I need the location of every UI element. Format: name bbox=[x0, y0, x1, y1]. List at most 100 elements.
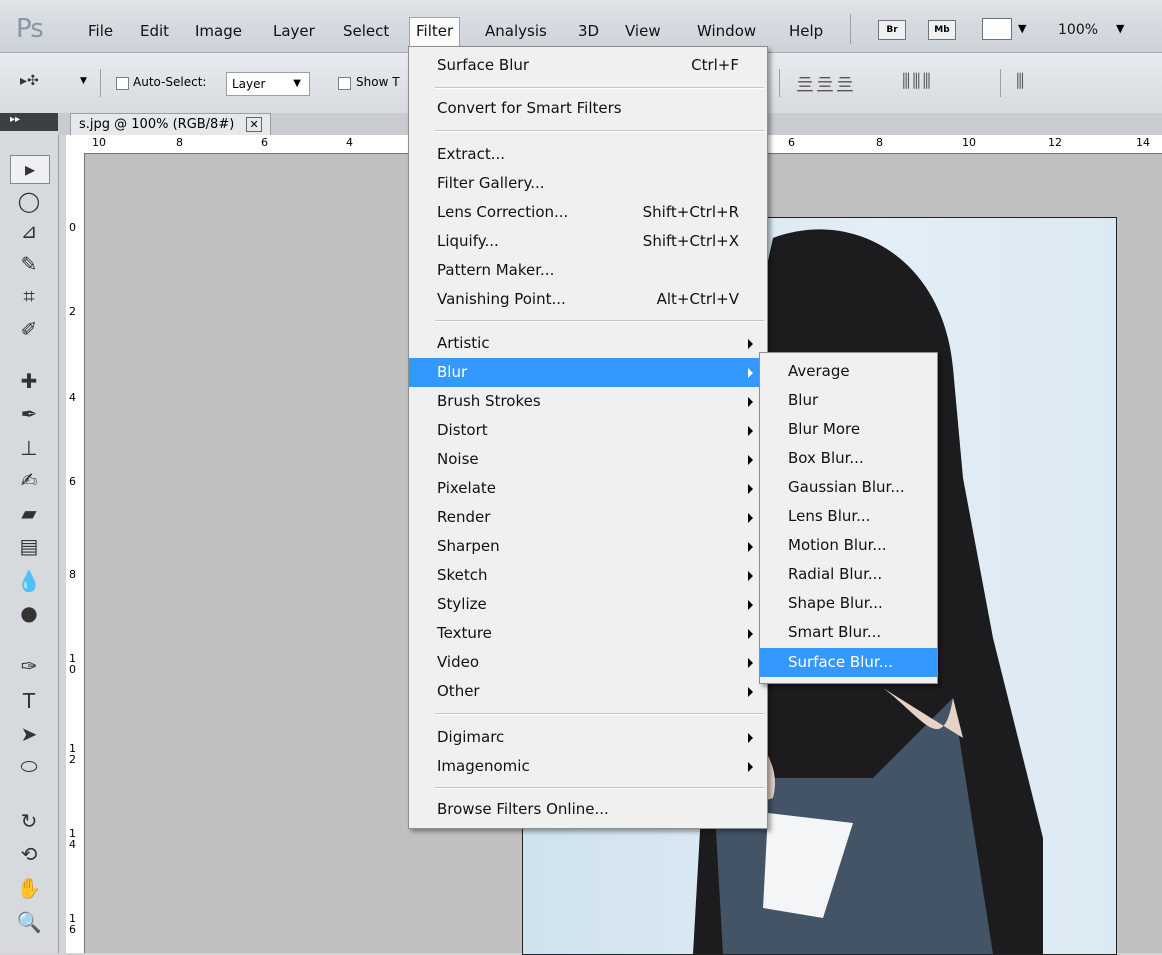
ruler-label: 6 bbox=[788, 136, 795, 149]
ruler-label: 10 bbox=[962, 136, 976, 149]
menu-item-artistic[interactable]: Artistic bbox=[409, 329, 767, 358]
submenu-item-average[interactable]: Average bbox=[760, 357, 937, 386]
menu-filter[interactable]: Filter bbox=[409, 17, 461, 48]
auto-select-dropdown[interactable]: Layer ▼ bbox=[226, 72, 310, 96]
menu-select[interactable]: Select bbox=[343, 22, 389, 40]
menu-analysis[interactable]: Analysis bbox=[485, 22, 547, 40]
menu-3d[interactable]: 3D bbox=[578, 22, 599, 40]
submenu-item-gaussian-blur[interactable]: Gaussian Blur... bbox=[760, 473, 937, 502]
submenu-item-blur[interactable]: Blur bbox=[760, 386, 937, 415]
distribute-icons[interactable]: ⫼⫼⫼ bbox=[902, 71, 933, 92]
submenu-arrow-icon bbox=[748, 571, 753, 581]
auto-select-value: Layer bbox=[232, 77, 266, 91]
menu-item-stylize[interactable]: Stylize bbox=[409, 590, 767, 619]
show-transform-checkbox[interactable] bbox=[338, 77, 351, 90]
crop-tool-icon[interactable]: ⌗ bbox=[10, 283, 48, 310]
menu-item-vanishing-point[interactable]: Vanishing Point... Alt+Ctrl+V bbox=[409, 285, 767, 314]
zoom-tool-icon[interactable]: 🔍 bbox=[10, 909, 48, 936]
menu-window[interactable]: Window bbox=[697, 22, 756, 40]
move-tool-icon[interactable]: ▸✣ bbox=[20, 73, 39, 89]
dodge-tool-icon[interactable]: ● bbox=[10, 600, 48, 627]
menu-item-convert-smart-filters[interactable]: Convert for Smart Filters bbox=[409, 94, 767, 123]
submenu-item-blur-more[interactable]: Blur More bbox=[760, 415, 937, 444]
menu-item-lens-correction[interactable]: Lens Correction... Shift+Ctrl+R bbox=[409, 198, 767, 227]
submenu-item-smart-blur[interactable]: Smart Blur... bbox=[760, 618, 937, 647]
zoom-dropdown-icon[interactable]: ▼ bbox=[1116, 22, 1124, 35]
menu-layer[interactable]: Layer bbox=[273, 22, 315, 40]
menu-item-texture[interactable]: Texture bbox=[409, 619, 767, 648]
ruler-label: 6 bbox=[69, 475, 76, 488]
menu-item-render[interactable]: Render bbox=[409, 503, 767, 532]
ruler-label: 6 bbox=[261, 136, 268, 149]
quick-select-tool-icon[interactable]: ✎ bbox=[10, 251, 48, 278]
submenu-item-motion-blur[interactable]: Motion Blur... bbox=[760, 531, 937, 560]
menu-item-blur[interactable]: Blur bbox=[409, 358, 767, 387]
align-icons[interactable]: 亖亖亖 bbox=[796, 71, 856, 97]
menu-item-other[interactable]: Other bbox=[409, 677, 767, 706]
show-transform-label: Show T bbox=[356, 75, 400, 89]
submenu-item-box-blur[interactable]: Box Blur... bbox=[760, 444, 937, 473]
menu-item-brush-strokes[interactable]: Brush Strokes bbox=[409, 387, 767, 416]
menu-item-pixelate[interactable]: Pixelate bbox=[409, 474, 767, 503]
menu-item-video[interactable]: Video bbox=[409, 648, 767, 677]
menu-item-digimarc[interactable]: Digimarc bbox=[409, 723, 767, 752]
menu-separator bbox=[435, 87, 764, 89]
healing-brush-tool-icon[interactable]: ✚ bbox=[10, 368, 48, 395]
submenu-arrow-icon bbox=[748, 733, 753, 743]
tool-preset-dropdown-icon[interactable]: ▼ bbox=[80, 76, 87, 86]
pen-tool-icon[interactable]: ✑ bbox=[10, 653, 48, 680]
zoom-level[interactable]: 100% bbox=[1058, 22, 1098, 38]
menu-item-sketch[interactable]: Sketch bbox=[409, 561, 767, 590]
minibridge-button[interactable]: Mb bbox=[928, 20, 956, 40]
clone-stamp-tool-icon[interactable]: ⊥ bbox=[10, 435, 48, 462]
marquee-tool-icon[interactable]: ◯ bbox=[10, 188, 48, 215]
gradient-tool-icon[interactable]: ▤ bbox=[10, 533, 48, 560]
submenu-item-shape-blur[interactable]: Shape Blur... bbox=[760, 589, 937, 618]
vertical-ruler: 0 2 4 6 8 1 0 1 2 1 4 1 6 bbox=[66, 153, 85, 953]
separator bbox=[1000, 69, 1001, 97]
separator bbox=[779, 69, 780, 97]
screen-mode-icon[interactable] bbox=[982, 18, 1012, 40]
menu-item-distort[interactable]: Distort bbox=[409, 416, 767, 445]
menu-item-noise[interactable]: Noise bbox=[409, 445, 767, 474]
history-brush-tool-icon[interactable]: ✍ bbox=[10, 467, 48, 494]
menu-item-last-filter[interactable]: Surface Blur Ctrl+F bbox=[409, 51, 767, 80]
menu-item-filter-gallery[interactable]: Filter Gallery... bbox=[409, 169, 767, 198]
move-tool-icon[interactable]: ▸ bbox=[10, 155, 50, 184]
lasso-tool-icon[interactable]: ⊿ bbox=[10, 218, 48, 245]
menu-image[interactable]: Image bbox=[195, 22, 242, 40]
eyedropper-tool-icon[interactable]: ✐ bbox=[10, 316, 48, 343]
menu-item-imagenomic[interactable]: Imagenomic bbox=[409, 752, 767, 781]
screen-mode-dropdown-icon[interactable]: ▼ bbox=[1018, 22, 1026, 35]
close-icon[interactable]: ✕ bbox=[246, 117, 262, 132]
auto-select-checkbox[interactable] bbox=[116, 77, 129, 90]
3d-orbit-tool-icon[interactable]: ⟲ bbox=[10, 841, 48, 868]
menu-file[interactable]: File bbox=[88, 22, 113, 40]
auto-align-icon[interactable]: ⫼ bbox=[1016, 71, 1024, 92]
menu-edit[interactable]: Edit bbox=[140, 22, 169, 40]
menu-item-browse-filters-online[interactable]: Browse Filters Online... bbox=[409, 795, 767, 824]
eraser-tool-icon[interactable]: ▰ bbox=[10, 500, 48, 527]
menu-help[interactable]: Help bbox=[789, 22, 823, 40]
3d-rotate-tool-icon[interactable]: ↻ bbox=[10, 808, 48, 835]
submenu-item-radial-blur[interactable]: Radial Blur... bbox=[760, 560, 937, 589]
menu-item-extract[interactable]: Extract... bbox=[409, 140, 767, 169]
submenu-item-lens-blur[interactable]: Lens Blur... bbox=[760, 502, 937, 531]
document-tab-title: s.jpg @ 100% (RGB/8#) bbox=[79, 117, 235, 132]
shape-tool-icon[interactable]: ⬭ bbox=[10, 753, 48, 780]
brush-tool-icon[interactable]: ✒ bbox=[10, 401, 48, 428]
photoshop-logo: Ps bbox=[16, 14, 44, 44]
menu-item-sharpen[interactable]: Sharpen bbox=[409, 532, 767, 561]
blur-tool-icon[interactable]: 💧 bbox=[10, 568, 48, 595]
document-tab[interactable]: s.jpg @ 100% (RGB/8#) ✕ bbox=[70, 113, 271, 136]
menu-item-liquify[interactable]: Liquify... Shift+Ctrl+X bbox=[409, 227, 767, 256]
menu-item-pattern-maker[interactable]: Pattern Maker... bbox=[409, 256, 767, 285]
type-tool-icon[interactable]: T bbox=[10, 688, 48, 715]
hand-tool-icon[interactable]: ✋ bbox=[10, 875, 48, 902]
menu-view[interactable]: View bbox=[625, 22, 661, 40]
collapse-icon[interactable]: ▸▸ bbox=[10, 114, 20, 125]
submenu-item-surface-blur[interactable]: Surface Blur... bbox=[760, 648, 937, 677]
path-select-tool-icon[interactable]: ➤ bbox=[10, 721, 48, 748]
submenu-arrow-icon bbox=[748, 542, 753, 552]
bridge-button[interactable]: Br bbox=[878, 20, 906, 40]
